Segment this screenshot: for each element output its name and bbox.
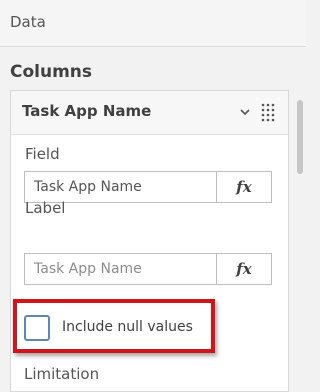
header-title: Data (10, 13, 46, 31)
label-input-group: Task App Name fx (24, 253, 272, 285)
data-header: Data (0, 0, 306, 47)
highlight-box (13, 299, 215, 353)
scrollbar-thumb[interactable] (297, 100, 303, 174)
column-panel-title: Task App Name (22, 102, 152, 120)
drag-handle-icon[interactable] (260, 102, 276, 122)
columns-heading: Columns (10, 62, 93, 82)
field-input[interactable]: Task App Name (34, 179, 142, 195)
field-expression-button[interactable]: fx (216, 172, 271, 202)
field-label: Field (25, 145, 60, 163)
limitation-label: Limitation (24, 365, 100, 383)
column-panel-header[interactable]: Task App Name (11, 91, 288, 135)
label-label: Label (25, 199, 66, 217)
label-expression-button[interactable]: fx (216, 254, 271, 284)
chevron-down-icon[interactable] (238, 105, 252, 119)
label-input[interactable]: Task App Name (34, 261, 142, 277)
